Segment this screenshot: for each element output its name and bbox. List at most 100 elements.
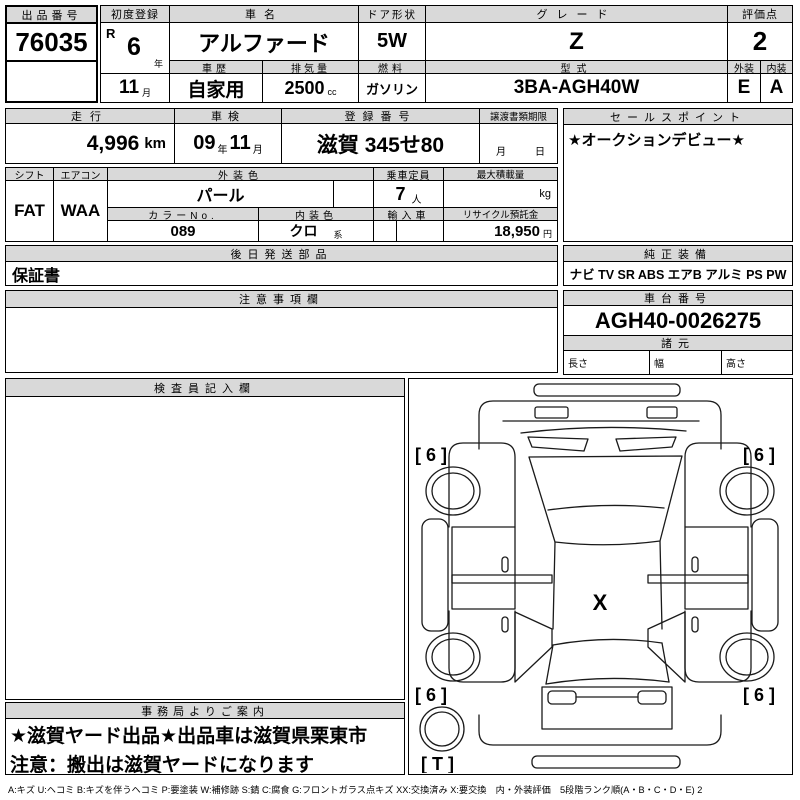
lot-number-value: 76035 <box>5 22 98 62</box>
equipment-value: ナビ TV SR ABS エアB アルミ PS PW <box>563 261 793 286</box>
spare-tire-inner <box>425 712 459 746</box>
fuel-header: 燃料 <box>358 60 426 74</box>
displacement-value: 2500 <box>284 78 324 99</box>
history-value: 自家用 <box>169 73 263 103</box>
rear-right-tire <box>720 633 774 681</box>
front-right-tire <box>720 467 774 515</box>
model-code-header: 型式 <box>425 60 728 74</box>
front-right-lamp <box>647 407 677 418</box>
spare-tire <box>420 707 464 751</box>
front-clip-outline <box>479 401 721 449</box>
shaken-year-suffix: 年 <box>218 141 228 156</box>
auction-sheet: 出品番号 76035 初度登録 R 6 年 11 月 車名 アルファード 車歴 … <box>0 0 800 800</box>
interior-color-cell: クロ 系 <box>258 220 374 242</box>
rear-left-tire-inner <box>432 639 474 675</box>
interior-color-value: クロ <box>289 221 317 241</box>
door-shape-value: 5W <box>358 22 426 61</box>
shift-value: FAT <box>5 180 54 242</box>
rear-bumper-strip <box>532 756 680 768</box>
displacement-unit: cc <box>328 87 337 97</box>
score-header: 評価点 <box>727 5 793 23</box>
recycle-deposit-value: 18,950 <box>494 223 540 240</box>
recycle-deposit-header: リサイクル預託金 <box>443 207 558 221</box>
chassis-number-header: 車台番号 <box>563 290 793 306</box>
office-info-header: 事務局よりご案内 <box>5 702 405 719</box>
right-front-door-handle <box>692 557 698 572</box>
front-bumper-strip <box>534 384 680 396</box>
footer-legend: A:キズ U:ヘコミ B:キズを伴うヘコミ P:要塗装 W:補修跡 S:錆 C:… <box>8 782 796 798</box>
recycle-deposit-cell: 18,950 円 <box>443 220 558 242</box>
import-cell-divider <box>396 221 397 241</box>
right-taillight <box>638 691 666 704</box>
tread-mark-bottom-right: [ 6 ] <box>743 685 775 705</box>
car-diagram-box: [ 6 ] [ 6 ] [ 6 ] [ 6 ] [ T ] X <box>408 378 793 775</box>
displacement-cell: 2500 cc <box>262 73 359 103</box>
aircon-header: エアコン <box>53 167 108 181</box>
left-side-step <box>422 519 448 631</box>
aircon-value: WAA <box>53 180 108 242</box>
chassis-number-value: AGH40-0026275 <box>563 305 793 336</box>
displacement-header: 排気量 <box>262 60 359 74</box>
lot-number-empty-box <box>5 60 98 103</box>
left-rear-door-handle <box>502 617 508 632</box>
mileage-header: 走行 <box>5 108 175 124</box>
history-header: 車歴 <box>169 60 263 74</box>
rear-seat-curve <box>553 639 662 645</box>
tread-mark-top-right: [ 6 ] <box>743 445 775 465</box>
left-front-door-handle <box>502 557 508 572</box>
score-value: 2 <box>727 22 793 61</box>
right-rear-door-handle <box>692 617 698 632</box>
rear-right-tire-inner <box>726 639 768 675</box>
cowl-line <box>548 505 664 510</box>
shift-header: シフト <box>5 167 54 181</box>
first-registration-year: 6 <box>127 33 141 62</box>
car-name-value: アルファード <box>169 22 359 61</box>
month-suffix: 月 <box>142 86 151 99</box>
inspector-notes-box <box>5 396 405 700</box>
exterior-grade-value: E <box>727 73 761 103</box>
later-parts-value: 保証書 <box>5 261 558 286</box>
shaken-cell: 09 年 11 月 <box>174 123 282 164</box>
payload-unit: kg <box>539 188 551 200</box>
notes-box <box>5 307 558 373</box>
rear-left-tire <box>426 633 480 681</box>
rear-bumper-band <box>479 715 721 745</box>
interior-grade-header: 内装 <box>760 60 793 74</box>
dimensions-header: 諸元 <box>563 335 793 351</box>
inspector-notes-header: 検査員記入欄 <box>5 378 405 397</box>
capacity-unit: 人 <box>412 191 422 206</box>
tread-mark-bottom-left: [ 6 ] <box>415 685 447 705</box>
front-left-tire-inner <box>432 473 474 509</box>
rear-left-fender <box>449 611 515 682</box>
left-door-rail <box>452 575 552 583</box>
interior-color-header: 内装色 <box>258 207 374 221</box>
first-registration-month: 11 <box>119 77 139 99</box>
office-info-line2: 注意：搬出は滋賀ヤードになります <box>6 748 404 775</box>
front-left-tire <box>426 467 480 515</box>
rear-floor-curve <box>546 678 669 684</box>
tailgate <box>542 687 672 729</box>
sales-point-header: セールスポイント <box>563 108 793 125</box>
first-registration-header: 初度登録 <box>100 5 170 23</box>
center-x-mark: X <box>593 590 608 615</box>
door-shape-header: ドア形状 <box>358 5 426 23</box>
left-wiper <box>528 437 588 451</box>
capacity-header: 乗車定員 <box>373 167 444 181</box>
front-right-tire-inner <box>726 473 768 509</box>
registration-number-value: 滋賀 345せ80 <box>281 123 480 164</box>
left-taillight <box>548 691 576 704</box>
shaken-month: 11 <box>230 132 251 155</box>
dimension-length-cell: 長さ <box>563 350 650 375</box>
dimension-width-cell: 幅 <box>649 350 722 375</box>
spare-tire-mark: [ T ] <box>421 754 454 773</box>
shaken-month-suffix: 月 <box>253 141 263 156</box>
era-letter: R <box>106 26 115 41</box>
car-name-header: 車名 <box>169 5 359 23</box>
car-topview-diagram: [ 6 ] [ 6 ] [ 6 ] [ 6 ] [ T ] X <box>409 379 791 773</box>
right-side-step <box>752 519 778 631</box>
recycle-deposit-unit: 円 <box>543 227 552 240</box>
capacity-value: 7 <box>395 184 405 205</box>
color-number-value: 089 <box>107 220 259 242</box>
first-registration-month-cell: 11 月 <box>100 73 170 103</box>
grade-value: Z <box>425 22 728 61</box>
